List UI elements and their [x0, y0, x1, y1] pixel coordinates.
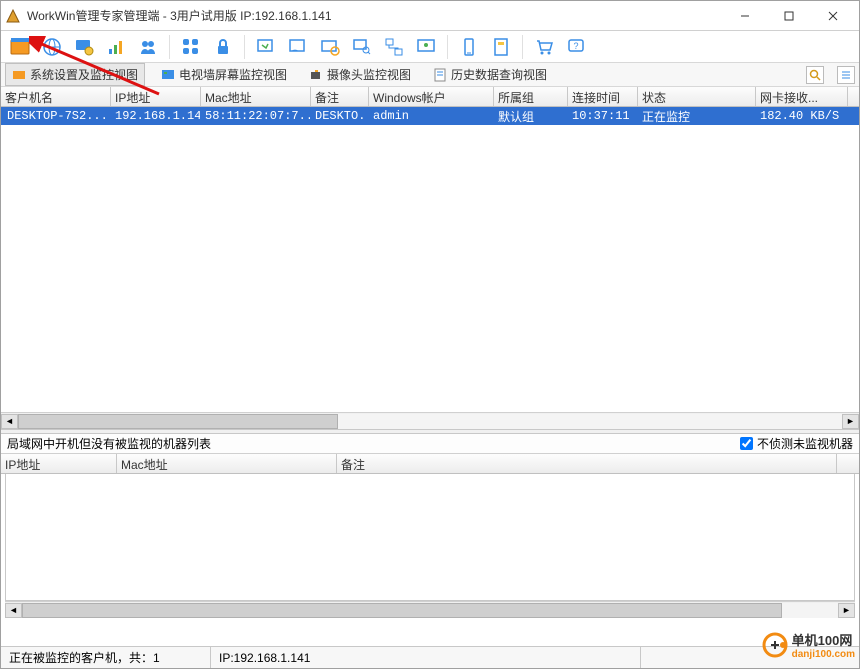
tab-label: 摄像头监控视图 [327, 66, 411, 83]
cell-remark: DESKTO... [311, 108, 369, 124]
col-lower-mac[interactable]: Mac地址 [117, 454, 337, 473]
statusbar: 正在被监控的客户机，共：1 IP:192.168.1.141 [1, 646, 859, 668]
lower-grid-body[interactable] [5, 474, 855, 601]
toolbar-separator [244, 35, 245, 59]
status-spacer [641, 647, 859, 668]
toolbar-display-button[interactable] [413, 34, 439, 60]
maximize-button[interactable] [767, 2, 811, 30]
cell-name: DESKTOP-7S2... [7, 109, 108, 123]
main-grid-body[interactable]: DESKTOP-7S2... 192.168.1.141 58:11:22:07… [1, 107, 859, 412]
scroll-left-button[interactable]: ◄ [5, 603, 22, 618]
toolbar-phone-button[interactable] [456, 34, 482, 60]
toolbar-separator [169, 35, 170, 59]
toolbar-grid-button[interactable] [178, 34, 204, 60]
tab-history[interactable]: 历史数据查询视图 [427, 64, 553, 85]
col-nic[interactable]: 网卡接收... [756, 87, 848, 106]
toolbar-separator [522, 35, 523, 59]
views-tabbar: 系统设置及监控视图 电视墙屏幕监控视图 摄像头监控视图 历史数据查询视图 [1, 63, 859, 87]
no-detect-label: 不侦测未监视机器 [757, 435, 853, 452]
col-group[interactable]: 所属组 [494, 87, 568, 106]
toolbar-remote-button[interactable] [317, 34, 343, 60]
minimize-button[interactable] [723, 2, 767, 30]
cell-mac: 58:11:22:07:7... [201, 108, 311, 124]
toolbar-monitor-gear-button[interactable] [71, 34, 97, 60]
col-mac[interactable]: Mac地址 [201, 87, 311, 106]
toolbar-network-button[interactable] [381, 34, 407, 60]
toolbar-screen-arrow-button[interactable] [253, 34, 279, 60]
monitor-icon [161, 68, 175, 82]
camera-icon [309, 68, 323, 82]
col-status[interactable]: 状态 [638, 87, 756, 106]
cell-ip: 192.168.1.141 [111, 108, 201, 124]
lower-panel-title: 局域网中开机但没有被监视的机器列表 不侦测未监视机器 [1, 434, 859, 454]
tab-label: 历史数据查询视图 [451, 66, 547, 83]
scroll-left-button[interactable]: ◄ [1, 414, 18, 429]
titlebar: WorkWin管理专家管理端 - 3用户试用版 IP:192.168.1.141 [1, 1, 859, 31]
toolbar-search-screen-button[interactable] [349, 34, 375, 60]
window-title: WorkWin管理专家管理端 - 3用户试用版 IP:192.168.1.141 [27, 7, 723, 24]
tab-tv-wall[interactable]: 电视墙屏幕监控视图 [155, 64, 293, 85]
search-icon [809, 69, 821, 81]
scroll-right-button[interactable]: ► [838, 603, 855, 618]
scroll-thumb[interactable] [22, 603, 782, 618]
list-button[interactable] [837, 66, 855, 84]
toolbar-separator [447, 35, 448, 59]
no-detect-checkbox[interactable]: 不侦测未监视机器 [740, 435, 853, 452]
lower-grid-header: IP地址 Mac地址 备注 [1, 454, 859, 474]
status-monitored-count: 正在被监控的客户机，共：1 [1, 647, 211, 668]
close-button[interactable] [811, 2, 855, 30]
cell-group: 默认组 [494, 107, 568, 126]
tab-label: 电视墙屏幕监控视图 [179, 66, 287, 83]
toolbar-help-button[interactable]: ? [563, 34, 589, 60]
col-time[interactable]: 连接时间 [568, 87, 638, 106]
main-grid-header: 客户机名 IP地址 Mac地址 备注 Windows帐户 所属组 连接时间 状态… [1, 87, 859, 107]
col-lower-ip[interactable]: IP地址 [1, 454, 117, 473]
col-lower-remark[interactable]: 备注 [337, 454, 837, 473]
lower-title-text: 局域网中开机但没有被监视的机器列表 [7, 435, 211, 452]
lower-grid-hscroll[interactable]: ◄ ► [5, 601, 855, 618]
cell-nic: 182.40 KB/S [756, 108, 848, 124]
main-grid-hscroll[interactable]: ◄ ► [1, 412, 859, 429]
cell-time: 10:37:11 [568, 108, 638, 124]
col-client-name[interactable]: 客户机名 [1, 87, 111, 106]
scroll-thumb[interactable] [18, 414, 338, 429]
list-icon [840, 69, 852, 81]
document-icon [433, 68, 447, 82]
cell-winuser: admin [369, 108, 494, 124]
toolbar-lock-button[interactable] [210, 34, 236, 60]
col-winuser[interactable]: Windows帐户 [369, 87, 494, 106]
col-remark[interactable]: 备注 [311, 87, 369, 106]
no-detect-checkbox-input[interactable] [740, 437, 753, 450]
cell-status: 正在监控 [638, 107, 756, 126]
toolbar-chart-button[interactable] [103, 34, 129, 60]
window-controls [723, 2, 855, 30]
scroll-right-button[interactable]: ► [842, 414, 859, 429]
settings-icon [12, 68, 26, 82]
toolbar-users-button[interactable] [135, 34, 161, 60]
tab-system-settings[interactable]: 系统设置及监控视图 [5, 63, 145, 86]
toolbar-globe-button[interactable] [39, 34, 65, 60]
toolbar-cast-button[interactable] [285, 34, 311, 60]
tab-label: 系统设置及监控视图 [30, 66, 138, 83]
tab-camera[interactable]: 摄像头监控视图 [303, 64, 417, 85]
col-ip[interactable]: IP地址 [111, 87, 201, 106]
toolbar-cart-button[interactable] [531, 34, 557, 60]
status-ip: IP:192.168.1.141 [211, 647, 641, 668]
toolbar-doc-button[interactable] [488, 34, 514, 60]
search-button[interactable] [806, 66, 824, 84]
main-toolbar: ? [1, 31, 859, 63]
toolbar-settings-button[interactable] [7, 34, 33, 60]
app-icon [5, 8, 21, 24]
table-row[interactable]: DESKTOP-7S2... 192.168.1.141 58:11:22:07… [1, 107, 859, 125]
svg-text:?: ? [573, 41, 578, 51]
